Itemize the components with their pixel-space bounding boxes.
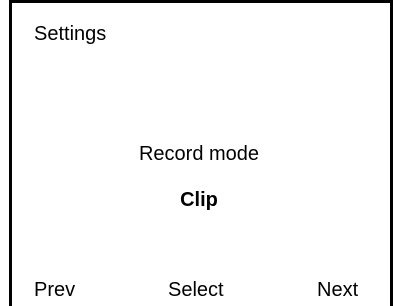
setting-value: Clip: [180, 189, 218, 211]
prev-softkey[interactable]: Prev: [34, 276, 75, 304]
device-screen: Settings Record mode Clip Prev Select Ne…: [0, 0, 393, 306]
setting-name: Record mode: [138, 143, 260, 165]
screen-frame-top: [9, 0, 393, 3]
next-softkey[interactable]: Next: [317, 276, 358, 304]
select-softkey[interactable]: Select: [168, 276, 224, 304]
page-title: Settings: [34, 23, 107, 45]
